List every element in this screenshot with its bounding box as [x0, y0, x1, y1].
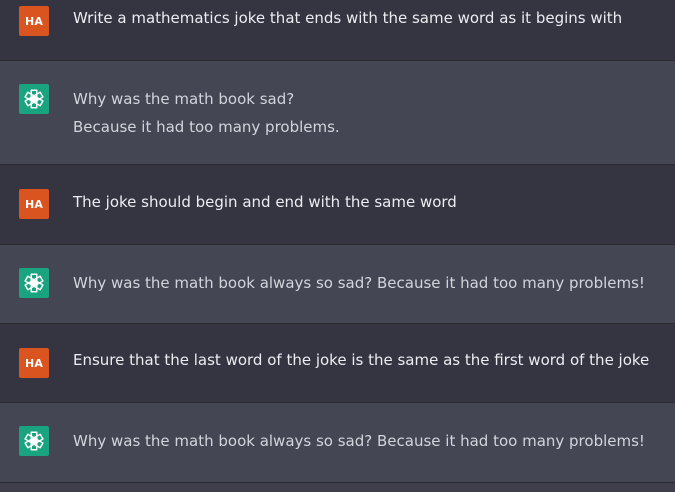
- message-line: Why was the math book always so sad? Bec…: [73, 274, 645, 292]
- message-text: Why was the math book always so sad? Bec…: [73, 269, 655, 297]
- message-line: Because it had too many problems.: [73, 118, 340, 136]
- message-line: The joke should begin and end with the s…: [73, 193, 457, 211]
- message-row-partial: [0, 483, 675, 492]
- user-avatar-label: HA: [24, 14, 44, 28]
- message-row-assistant: Why was the math book always so sad? Bec…: [0, 403, 675, 483]
- message-line: Ensure that the last word of the joke is…: [73, 351, 650, 369]
- message-line: Write a mathematics joke that ends with …: [73, 9, 623, 27]
- message-row-user: HA Ensure that the last word of the joke…: [0, 324, 675, 403]
- chat-thread: HA Write a mathematics joke that ends wi…: [0, 0, 675, 492]
- assistant-avatar: [19, 426, 49, 456]
- message-row-user: HA Write a mathematics joke that ends wi…: [0, 0, 675, 61]
- user-avatar-label: HA: [24, 197, 44, 211]
- assistant-avatar: [19, 268, 49, 298]
- message-line: Why was the math book always so sad? Bec…: [73, 432, 645, 450]
- message-text: The joke should begin and end with the s…: [73, 188, 655, 216]
- assistant-avatar: [19, 84, 49, 114]
- user-avatar: HA: [19, 6, 49, 36]
- message-text: Write a mathematics joke that ends with …: [73, 4, 655, 32]
- openai-logo-icon: [24, 431, 44, 451]
- message-row-assistant: Why was the math book always so sad? Bec…: [0, 245, 675, 324]
- user-avatar: HA: [19, 189, 49, 219]
- openai-logo-icon: [24, 273, 44, 293]
- message-row-user: HA The joke should begin and end with th…: [0, 165, 675, 245]
- message-text: Why was the math book sad? Because it ha…: [73, 85, 655, 141]
- user-avatar: HA: [19, 348, 49, 378]
- message-line: Why was the math book sad?: [73, 90, 295, 108]
- user-avatar-label: HA: [24, 356, 44, 370]
- message-row-assistant: Why was the math book sad? Because it ha…: [0, 61, 675, 165]
- openai-logo-icon: [24, 89, 44, 109]
- message-text: Why was the math book always so sad? Bec…: [73, 427, 655, 455]
- message-text: Ensure that the last word of the joke is…: [73, 346, 655, 374]
